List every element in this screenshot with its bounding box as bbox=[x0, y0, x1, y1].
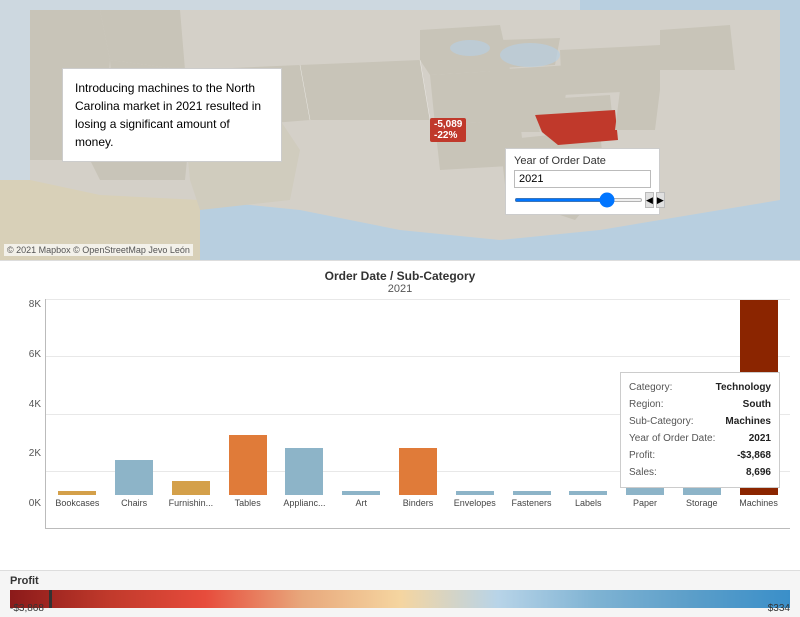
bar[interactable] bbox=[115, 460, 153, 495]
tt-region-value: South bbox=[743, 396, 771, 413]
tt-sales-value: 8,696 bbox=[746, 464, 771, 481]
bar-group[interactable]: Binders bbox=[392, 448, 445, 508]
bar[interactable] bbox=[172, 481, 210, 495]
bar-group[interactable]: Chairs bbox=[108, 460, 161, 508]
tt-subcategory-label: Sub-Category: bbox=[629, 413, 693, 430]
bar[interactable] bbox=[569, 491, 607, 495]
bar-label: Furnishin... bbox=[165, 498, 218, 508]
y-label-6k: 6K bbox=[29, 349, 41, 360]
y-label-2k: 2K bbox=[29, 448, 41, 459]
bar[interactable] bbox=[58, 491, 96, 495]
tt-category-value: Technology bbox=[716, 379, 771, 396]
bar-group[interactable]: Tables bbox=[221, 435, 274, 508]
bar-label: Chairs bbox=[108, 498, 161, 508]
chart-title: Order Date / Sub-Category bbox=[10, 269, 790, 283]
bar-group[interactable]: Envelopes bbox=[448, 491, 501, 508]
annotation-box: Introducing machines to the North Caroli… bbox=[62, 68, 282, 162]
profit-min: -$3,868 bbox=[10, 603, 44, 614]
y-label-8k: 8K bbox=[29, 299, 41, 310]
bar-label: Art bbox=[335, 498, 388, 508]
bar[interactable] bbox=[513, 491, 551, 495]
annotation-text: Introducing machines to the North Caroli… bbox=[75, 81, 261, 149]
bar-label: Tables bbox=[221, 498, 274, 508]
year-filter-input[interactable] bbox=[514, 170, 651, 188]
y-label-0k: 0K bbox=[29, 498, 41, 509]
bar-label: Bookcases bbox=[51, 498, 104, 508]
year-filter-label: Year of Order Date bbox=[514, 155, 651, 167]
bar-label: Storage bbox=[675, 498, 728, 508]
profit-gradient bbox=[10, 590, 790, 608]
bar[interactable] bbox=[342, 491, 380, 495]
bar-label: Applianc... bbox=[278, 498, 331, 508]
tt-year-label: Year of Order Date: bbox=[629, 430, 715, 447]
bar-group[interactable]: Bookcases bbox=[51, 491, 104, 508]
bar[interactable] bbox=[399, 448, 437, 495]
year-prev-button[interactable]: ◀ bbox=[645, 192, 654, 208]
bar-label: Paper bbox=[619, 498, 672, 508]
chart-subtitle: 2021 bbox=[10, 283, 790, 295]
profit-bar-section: Profit -$3,868 $334 bbox=[0, 570, 800, 617]
chart-area: 8K 6K 4K 2K 0K Bookcases Chairs Furnishin.… bbox=[10, 299, 790, 529]
year-slider[interactable] bbox=[514, 198, 643, 202]
profit-marker bbox=[49, 590, 52, 608]
year-next-button[interactable]: ▶ bbox=[656, 192, 665, 208]
bar[interactable] bbox=[229, 435, 267, 495]
chart-section: Order Date / Sub-Category 2021 8K 6K 4K … bbox=[0, 260, 800, 570]
bar[interactable] bbox=[285, 448, 323, 495]
bar-label: Fasteners bbox=[505, 498, 558, 508]
profit-label: Profit bbox=[10, 575, 790, 587]
chart-tooltip: Category: Technology Region: South Sub-C… bbox=[620, 372, 780, 488]
tt-region-label: Region: bbox=[629, 396, 663, 413]
tt-subcategory-value: Machines bbox=[725, 413, 771, 430]
bar-group[interactable]: Art bbox=[335, 491, 388, 508]
chart-inner: Bookcases Chairs Furnishin...Tables Applian… bbox=[45, 299, 790, 529]
profit-max: $334 bbox=[768, 603, 790, 614]
tt-sales-label: Sales: bbox=[629, 464, 657, 481]
map-section: -5,089 -22% Introducing machines to the … bbox=[0, 0, 800, 260]
bar-label: Binders bbox=[392, 498, 445, 508]
profit-gradient-container: -$3,868 $334 bbox=[10, 590, 790, 612]
tt-category-label: Category: bbox=[629, 379, 672, 396]
year-filter[interactable]: Year of Order Date ◀ ▶ bbox=[505, 148, 660, 215]
y-axis: 8K 6K 4K 2K 0K bbox=[10, 299, 45, 529]
bar-group[interactable]: Applianc... bbox=[278, 448, 331, 508]
bar-group[interactable]: Fasteners bbox=[505, 491, 558, 508]
y-label-4k: 4K bbox=[29, 399, 41, 410]
tt-profit-value: -$3,868 bbox=[737, 447, 771, 464]
tt-year-value: 2021 bbox=[749, 430, 771, 447]
bar-label: Machines bbox=[732, 498, 785, 508]
bar-label: Labels bbox=[562, 498, 615, 508]
bar-group[interactable]: Furnishin... bbox=[165, 481, 218, 508]
bar-group[interactable]: Labels bbox=[562, 491, 615, 508]
bar-label: Envelopes bbox=[448, 498, 501, 508]
nc-value-label: -5,089 -22% bbox=[430, 118, 466, 142]
bar[interactable] bbox=[456, 491, 494, 495]
map-credit: © 2021 Mapbox © OpenStreetMap Jevo León bbox=[4, 244, 193, 256]
year-filter-controls: ◀ ▶ bbox=[514, 192, 651, 208]
tt-profit-label: Profit: bbox=[629, 447, 655, 464]
